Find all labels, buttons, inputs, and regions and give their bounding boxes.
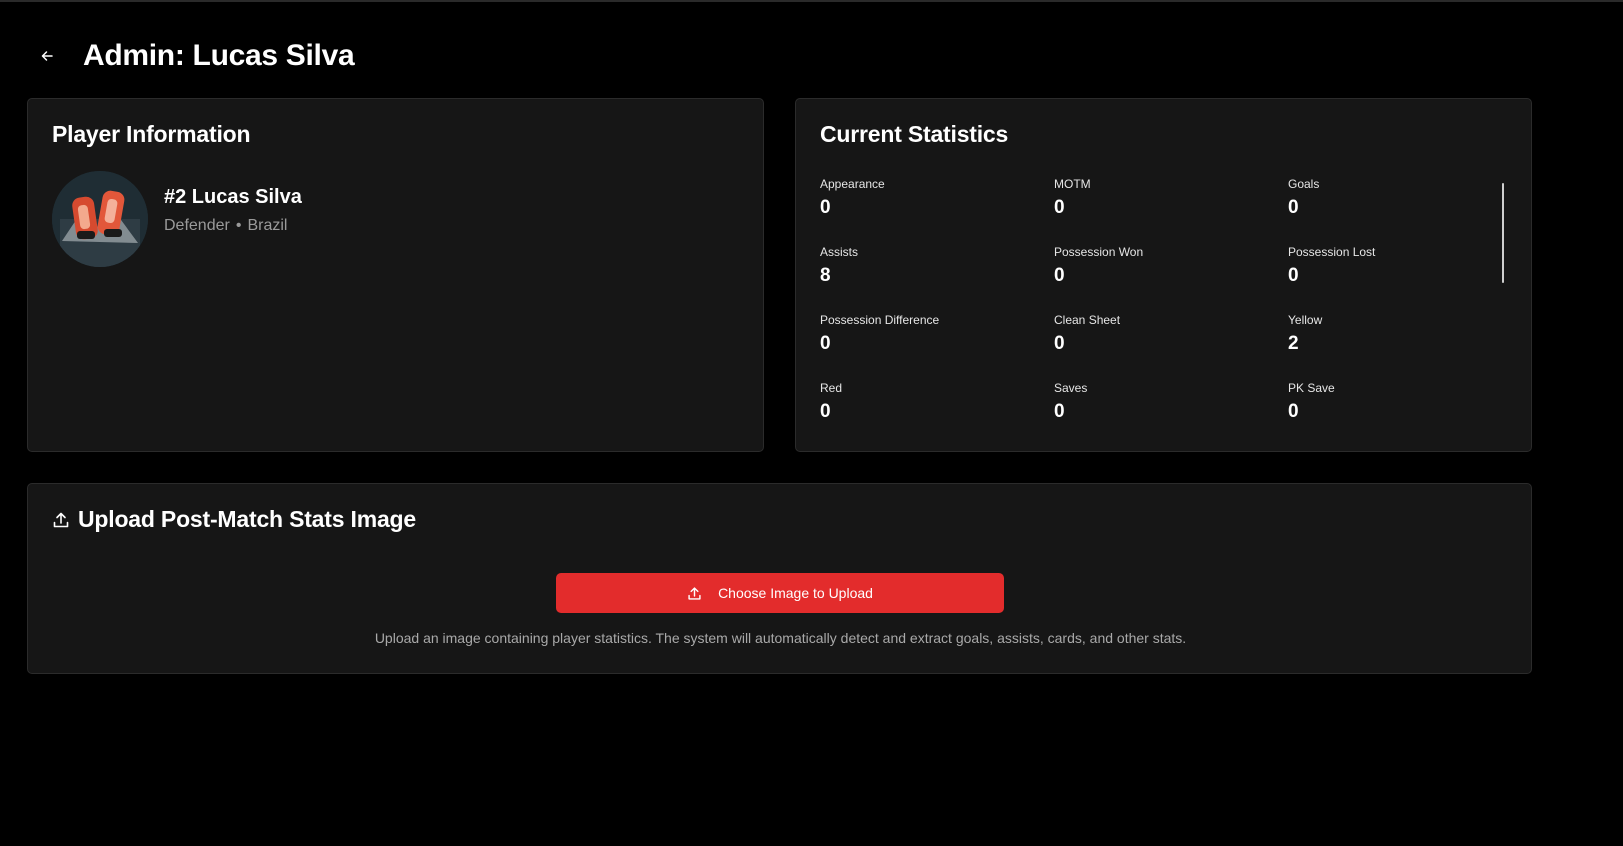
- stat-value: 0: [820, 197, 831, 218]
- stat-label: Possession Won: [1054, 245, 1144, 259]
- upload-title: Upload Post-Match Stats Image: [78, 506, 416, 532]
- stat-item: PK Save 0: [1288, 381, 1522, 449]
- player-country: Brazil: [247, 216, 288, 234]
- page-title: Admin: Lucas Silva: [83, 39, 355, 72]
- stat-value: 0: [1288, 401, 1299, 422]
- current-statistics-title: Current Statistics: [820, 121, 1009, 147]
- stat-label: Saves: [1054, 381, 1088, 395]
- stat-item: Red 0: [820, 381, 1054, 449]
- stat-label: Appearance: [820, 177, 885, 191]
- current-statistics-card: Current Statistics Appearance 0 MOTM 0 Goa…: [795, 98, 1532, 452]
- upload-header: Upload Post-Match Stats Image: [52, 506, 416, 533]
- stat-value: 0: [1054, 265, 1065, 286]
- stat-value: 0: [1054, 401, 1065, 422]
- choose-image-button-label: Choose Image to Upload: [718, 585, 873, 601]
- stat-label: Possession Difference: [820, 313, 940, 327]
- upload-icon: [687, 586, 702, 601]
- stat-value: 0: [820, 401, 831, 422]
- stat-label: Yellow: [1288, 313, 1323, 327]
- choose-image-button[interactable]: Choose Image to Upload: [556, 573, 1004, 613]
- stat-item: Clean Sheet 0: [1054, 313, 1288, 381]
- stat-item: Possession Difference 0: [820, 313, 1054, 381]
- stat-value: 0: [1288, 265, 1299, 286]
- stat-label: MOTM: [1054, 177, 1091, 191]
- top-divider: [0, 0, 1623, 2]
- stat-item: Possession Lost 0: [1288, 245, 1522, 313]
- player-avatar: [52, 171, 148, 267]
- stat-label: Assists: [820, 245, 859, 259]
- stats-scrollbar[interactable]: [1502, 183, 1504, 283]
- stat-value: 0: [820, 333, 831, 354]
- stat-item: Possession Won 0: [1054, 245, 1288, 313]
- back-button[interactable]: [37, 46, 57, 66]
- stats-grid: Appearance 0 MOTM 0 Goals 0 Assists 8 Posses…: [820, 177, 1522, 449]
- stat-label: Red: [820, 381, 843, 395]
- stat-value: 8: [820, 265, 831, 286]
- stat-label: Goals: [1288, 177, 1320, 191]
- stat-value: 0: [1054, 333, 1065, 354]
- player-information-card: Player Information #2 Lucas Silva Defend…: [27, 98, 764, 452]
- stat-label: Clean Sheet: [1054, 313, 1121, 327]
- stat-item: Yellow 2: [1288, 313, 1522, 381]
- player-summary: #2 Lucas Silva Defender • Brazil: [52, 171, 302, 267]
- stat-label: PK Save: [1288, 381, 1335, 395]
- upload-card: Upload Post-Match Stats Image Choose Ima…: [27, 483, 1532, 674]
- stat-item: Goals 0: [1288, 177, 1522, 245]
- stat-value: 0: [1288, 197, 1299, 218]
- player-meta: #2 Lucas Silva Defender • Brazil: [164, 186, 302, 235]
- player-position: Defender: [164, 216, 230, 234]
- player-name: #2 Lucas Silva: [164, 185, 302, 208]
- stat-item: Saves 0: [1054, 381, 1288, 449]
- player-information-title: Player Information: [52, 121, 251, 147]
- stat-item: MOTM 0: [1054, 177, 1288, 245]
- upload-help-text: Upload an image containing player statis…: [374, 630, 1187, 646]
- stat-label: Possession Lost: [1288, 245, 1376, 259]
- page-header: Admin: Lucas Silva: [37, 36, 355, 76]
- arrow-left-icon: [41, 51, 53, 61]
- stat-item: Assists 8: [820, 245, 1054, 313]
- stat-value: 2: [1288, 333, 1299, 354]
- separator-dot: •: [235, 216, 242, 234]
- stat-item: Appearance 0: [820, 177, 1054, 245]
- stat-value: 0: [1054, 197, 1065, 218]
- player-subtitle: Defender • Brazil: [164, 217, 302, 235]
- upload-icon: [53, 512, 69, 527]
